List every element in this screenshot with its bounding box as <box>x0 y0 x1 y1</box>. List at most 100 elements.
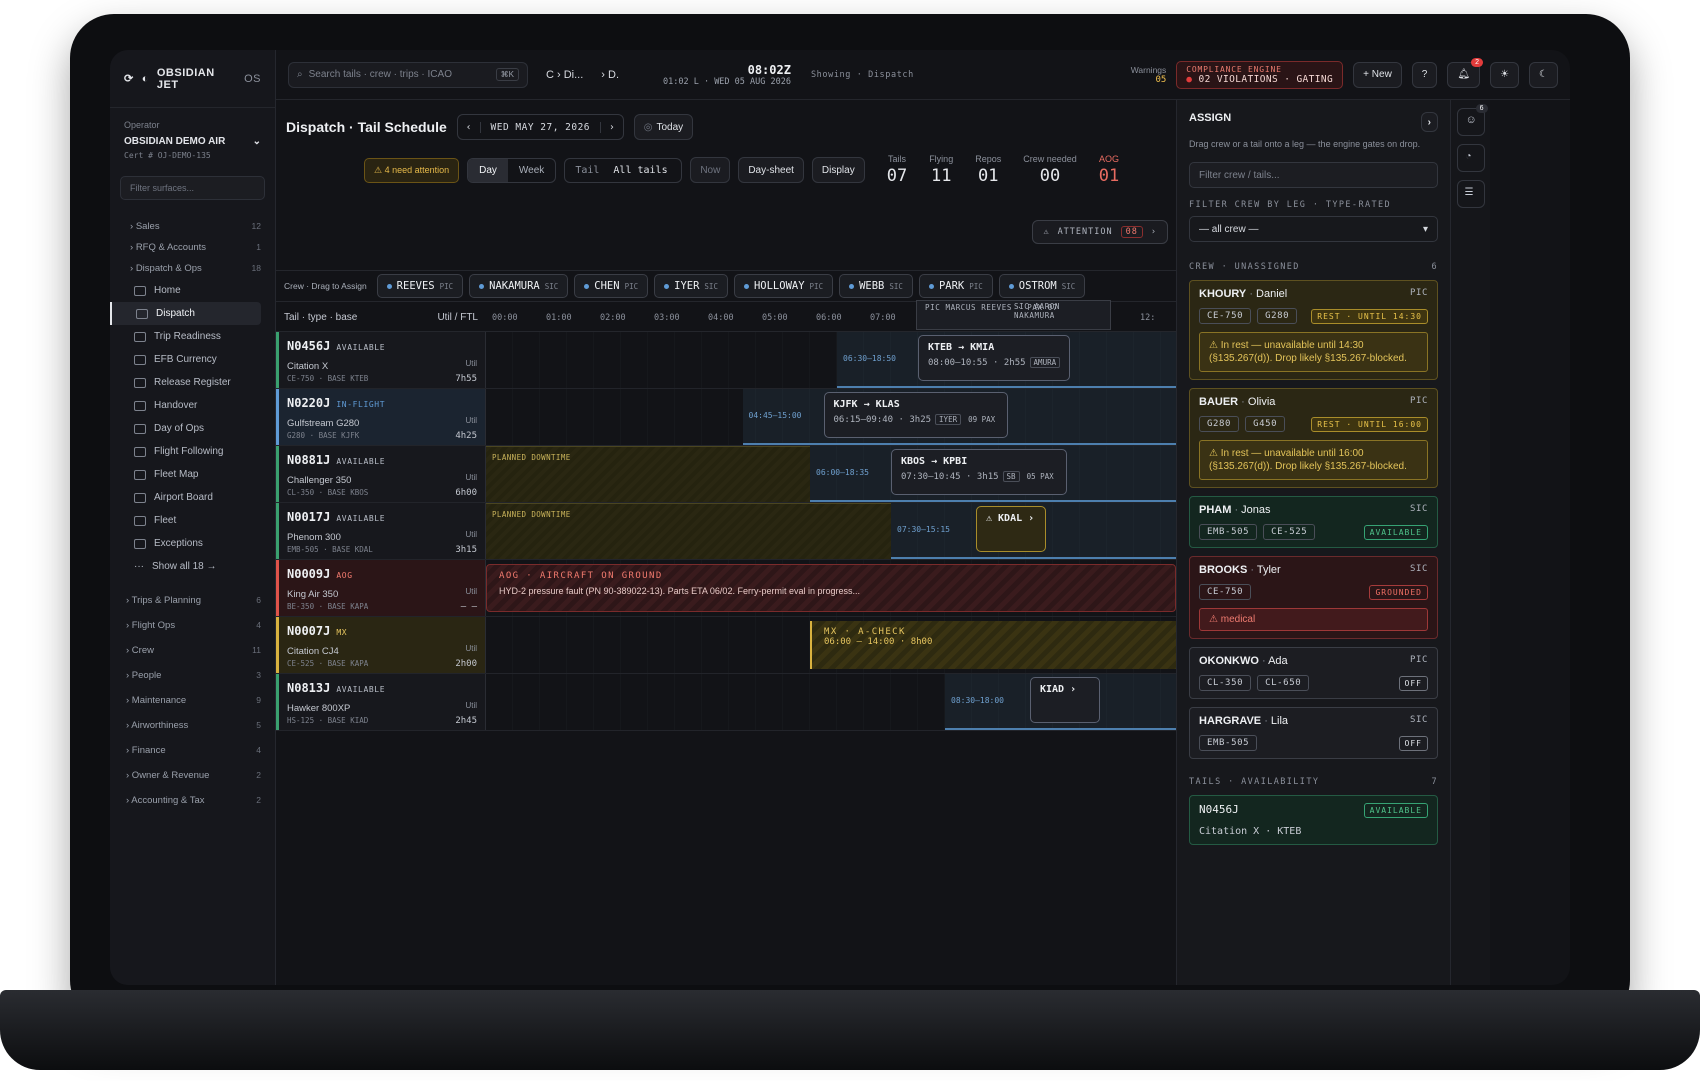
crew-card-hargrave[interactable]: HARGRAVE · Lila SIC EMB-505 OFF <box>1189 707 1438 759</box>
tail-cell[interactable]: N0007J MX Citation CJ4 CE-525 · BASE KAPA Ut… <box>276 617 486 673</box>
need-attention-badge[interactable]: ⚠ 4 need attention <box>364 157 460 183</box>
crew-chip-webb[interactable]: WEBB SIC <box>839 274 913 298</box>
tail-cell[interactable]: N0813J AVAILABLE Hawker 800XP HS-125 · BASE… <box>276 674 486 730</box>
surface-filter-input[interactable]: Filter surfaces... <box>120 176 265 200</box>
crew-chip-park[interactable]: PARK PIC <box>918 274 993 298</box>
flight-leg-block[interactable]: KJFK → KLAS 06:15–09:40 · 3h25 IYER 09 PAX <box>823 392 1009 438</box>
tail-cell[interactable]: N0017J AVAILABLE Phenom 300 EMB-505 · BASE … <box>276 503 486 559</box>
crew-chip-reeves[interactable]: REEVES PIC <box>376 274 464 298</box>
flight-leg-block[interactable]: KTEB → KMIA 08:00–10:55 · 2h55 AMURA <box>918 335 1071 381</box>
sidebar-item-day-of-ops[interactable]: Day of Ops <box>110 417 275 440</box>
alerts-panel-toggle[interactable]: ◔ <box>1456 144 1485 172</box>
nav-group-people[interactable]: › People 3 <box>110 663 275 688</box>
nav-group-2[interactable]: › Dispatch & Ops 18 <box>110 258 275 279</box>
flight-leg-block[interactable]: KBOS → KPBI 07:30–10:45 · 3h15 SB 05 PAX <box>891 449 1067 495</box>
tail-cell[interactable]: N0009J AOG King Air 350 BE-350 · BASE KAPA U… <box>276 560 486 616</box>
sidebar-item-release-register[interactable]: Release Register <box>110 371 275 394</box>
notifications-button[interactable]: 🔔︎ 2 <box>1447 57 1484 88</box>
crew-card-pham[interactable]: PHAM · Jonas SIC EMB-505 CE-525 AVAILABLE <box>1189 496 1438 548</box>
schedule-lane[interactable]: MX · A-CHECK 06:00 – 14:00 · 8h00 <box>486 617 1176 673</box>
flight-leg-block[interactable]: KIAD › <box>1030 677 1100 723</box>
tail-availability-card[interactable]: N0456J AVAILABLE Citation X · KTEB <box>1189 795 1438 845</box>
global-search-input[interactable]: ⌕ Search tails · crew · trips · ICAO ⌘K <box>288 61 528 88</box>
nav-group-airworthiness[interactable]: › Airworthiness 5 <box>110 713 275 738</box>
crew-type-select[interactable]: — all crew — ▾ <box>1189 216 1438 242</box>
warnings-counter[interactable]: Warnings 05 <box>1131 65 1167 85</box>
dark-mode-button[interactable]: ☾ <box>1529 61 1558 88</box>
show-all-link[interactable]: ··· Show all 18 → <box>110 555 275 578</box>
crew-filter-input[interactable]: Filter crew / tails... <box>1189 162 1438 188</box>
crew-card-okonkwo[interactable]: OKONKWO · Ada PIC CL-350 CL-650 OFF <box>1189 647 1438 699</box>
nav-group-1[interactable]: › RFQ & Accounts 1 <box>110 237 275 258</box>
breadcrumb[interactable]: C › Di... <box>546 69 583 81</box>
refresh-icon[interactable]: ⟳ <box>124 72 134 85</box>
sidebar-item-dispatch[interactable]: Dispatch <box>110 302 261 325</box>
schedule-lane[interactable]: 08:30–18:00 KIAD › <box>486 674 1176 730</box>
nav-group-owner-revenue[interactable]: › Owner & Revenue 2 <box>110 763 275 788</box>
crew-chip-holloway[interactable]: HOLLOWAY PIC <box>733 274 834 298</box>
schedule-lane[interactable]: PLANNED DOWNTIME 06:00–18:35 KBOS → KPBI 07… <box>486 446 1176 502</box>
operator-switcher[interactable]: Operator OBSIDIAN DEMO AIR ⌄ Cert # OJ-DE… <box>110 108 275 166</box>
now-button[interactable]: Now <box>690 157 731 183</box>
date-picker[interactable]: ‹ WED MAY 27, 2026 › <box>456 114 624 140</box>
nav-group-count: 18 <box>251 263 261 273</box>
aog-block[interactable]: AOG · AIRCRAFT ON GROUND HYD-2 pressure f… <box>486 564 1176 612</box>
next-day-icon[interactable]: › <box>601 122 623 133</box>
crew-chip-ostrom[interactable]: OSTROM SIC <box>998 274 1086 298</box>
display-button[interactable]: Display <box>811 157 865 183</box>
sidebar-item-fleet-map[interactable]: Fleet Map <box>110 463 275 486</box>
brand[interactable]: ⟳ ◐ OBSIDIAN JET OS <box>110 50 275 108</box>
nav-group-crew[interactable]: › Crew 11 <box>110 638 275 663</box>
day-sheet-button[interactable]: Day-sheet <box>738 157 804 183</box>
schedule-lane[interactable]: PLANNED DOWNTIME 07:30–15:15 ⚠ KDAL › <box>486 503 1176 559</box>
sidebar-item-fleet[interactable]: Fleet <box>110 509 275 532</box>
new-button[interactable]: + New <box>1353 61 1402 88</box>
crew-card-khoury[interactable]: KHOURY · Daniel PIC CE-750 G280 REST · UNTIL… <box>1189 280 1438 380</box>
light-mode-button[interactable]: ☀ <box>1490 61 1520 88</box>
nav-group-trips-planning[interactable]: › Trips & Planning 6 <box>110 588 275 613</box>
crew-panel-toggle[interactable]: ☺ 6 <box>1456 104 1488 136</box>
crew-chip-iyer[interactable]: IYER SIC <box>654 274 728 298</box>
sidebar-item-trip-readiness[interactable]: Trip Readiness <box>110 325 275 348</box>
crew-card-bauer[interactable]: BAUER · Olivia PIC G280 G450 REST · UNTIL 16… <box>1189 388 1438 488</box>
sidebar-item-home[interactable]: Home <box>110 279 275 302</box>
breadcrumb-current[interactable]: › D. <box>601 69 619 81</box>
date-value[interactable]: WED MAY 27, 2026 <box>479 121 602 133</box>
nav-group-finance[interactable]: › Finance 4 <box>110 738 275 763</box>
prev-day-icon[interactable]: ‹ <box>458 122 480 133</box>
nav-group-accounting-tax[interactable]: › Accounting & Tax 2 <box>110 788 275 813</box>
sidebar-item-flight-following[interactable]: Flight Following <box>110 440 275 463</box>
filters-panel-toggle[interactable]: ☰ <box>1456 180 1485 208</box>
sidebar-item-handover[interactable]: Handover <box>110 394 275 417</box>
tail-cell[interactable]: N0456J AVAILABLE Citation X CE-750 · BASE K… <box>276 332 486 388</box>
tail-cell[interactable]: N0220J IN-FLIGHT Gulfstream G280 G280 · BAS… <box>276 389 486 445</box>
nav-group-0[interactable]: › Sales 12 <box>110 216 275 237</box>
today-button[interactable]: ◎ Today <box>633 114 694 140</box>
help-button[interactable]: ? <box>1411 61 1438 88</box>
tail-cell[interactable]: N0881J AVAILABLE Challenger 350 CL-350 · BA… <box>276 446 486 502</box>
schedule-lane[interactable]: AOG · AIRCRAFT ON GROUND HYD-2 pressure f… <box>486 560 1176 616</box>
view-week[interactable]: Week <box>508 159 555 182</box>
compliance-engine-status[interactable]: COMPLIANCE ENGINE ● 02 VIOLATIONS · GATI… <box>1176 60 1344 89</box>
sidebar-item-airport-board[interactable]: Airport Board <box>110 486 275 509</box>
schedule-lane[interactable]: 06:30–18:50 KTEB → KMIA 08:00–10:55 · 2h55… <box>486 332 1176 388</box>
planned-downtime-block[interactable]: PLANNED DOWNTIME <box>486 503 891 559</box>
attention-queue-button[interactable]: ⚠ ATTENTION 08 › <box>1032 220 1168 244</box>
view-toggle[interactable]: Day Week <box>467 157 557 183</box>
crew-chip-nakamura[interactable]: NAKAMURA SIC <box>469 274 569 298</box>
tail-filter-select[interactable]: Tail All tails <box>564 157 683 183</box>
view-day[interactable]: Day <box>468 158 508 182</box>
flight-leg-block[interactable]: ⚠ KDAL › <box>976 506 1046 552</box>
sidebar-item-efb-currency[interactable]: EFB Currency <box>110 348 275 371</box>
sidebar-item-exceptions[interactable]: Exceptions <box>110 532 275 555</box>
planned-downtime-block[interactable]: PLANNED DOWNTIME <box>486 446 810 502</box>
mx-block[interactable]: MX · A-CHECK 06:00 – 14:00 · 8h00 <box>810 621 1176 669</box>
crew-card-brooks[interactable]: BROOKS · Tyler SIC CE-750 GROUNDED ⚠ medical <box>1189 556 1438 639</box>
nav-group-flight-ops[interactable]: › Flight Ops 4 <box>110 613 275 638</box>
collapse-panel-button[interactable]: › <box>1420 112 1438 132</box>
crew-chip-chen[interactable]: CHEN PIC <box>574 274 649 298</box>
nav-group-maintenance[interactable]: › Maintenance 9 <box>110 688 275 713</box>
schedule-lane[interactable]: 04:45–15:00 KJFK → KLAS 06:15–09:40 · 3h25… <box>486 389 1176 445</box>
chevron-down-icon[interactable]: ⌄ <box>253 136 261 147</box>
name-separator: · <box>1231 504 1242 516</box>
